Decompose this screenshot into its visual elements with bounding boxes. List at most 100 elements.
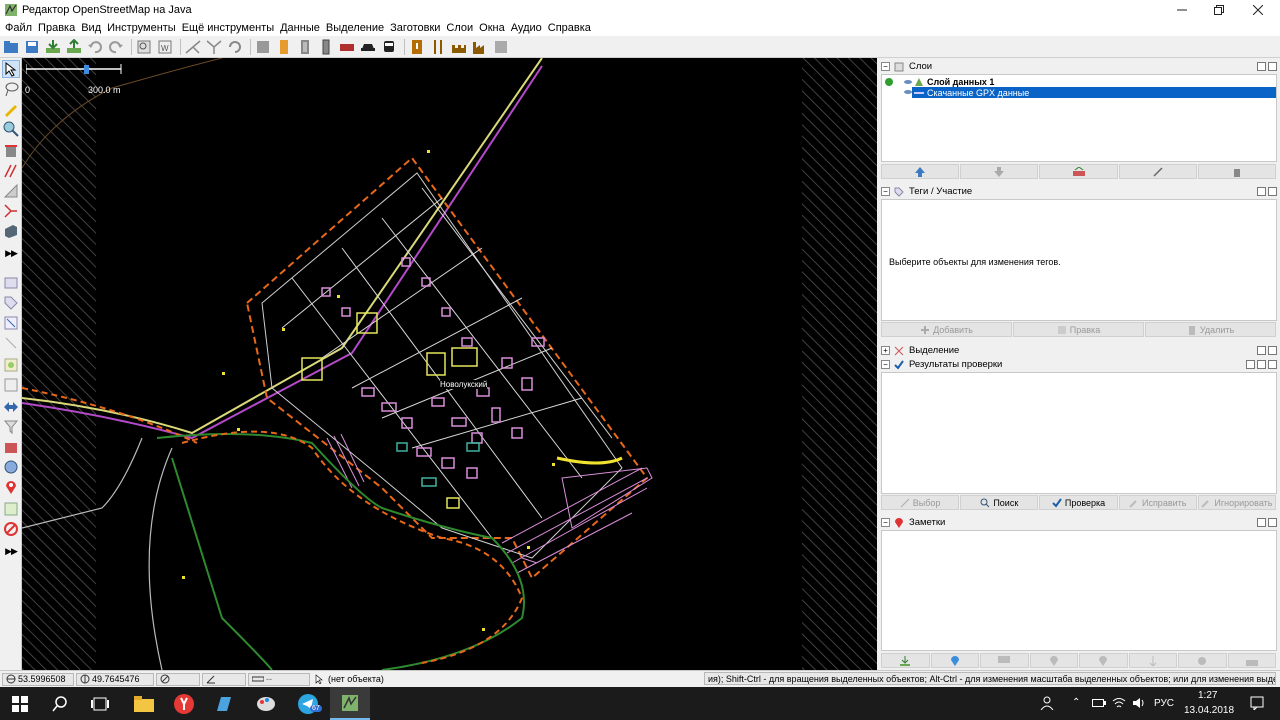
panel-detach-button[interactable] xyxy=(1257,360,1266,369)
forest-boundary[interactable] xyxy=(156,433,525,670)
preset-warning-button[interactable] xyxy=(408,38,426,56)
maximize-button[interactable] xyxy=(1201,0,1237,20)
download-notes-button[interactable] xyxy=(881,653,930,668)
add-tag-button[interactable]: Добавить xyxy=(881,322,1012,337)
toggle-filter-button[interactable] xyxy=(2,418,20,436)
menu-data[interactable]: Данные xyxy=(277,22,323,34)
lasso-mode-button[interactable] xyxy=(2,80,20,98)
telegram-button[interactable]: 67 xyxy=(288,687,328,720)
building-mode-button[interactable] xyxy=(2,222,20,240)
extrude-mode-button[interactable] xyxy=(2,182,20,200)
panel-detach-button[interactable] xyxy=(1257,518,1266,527)
validate-button[interactable]: Проверка xyxy=(1039,495,1118,510)
more-modes-button[interactable]: ▶▶ xyxy=(2,244,20,262)
toggle-conflict-button[interactable] xyxy=(2,398,20,416)
industrial-area[interactable] xyxy=(501,467,653,574)
path-road[interactable] xyxy=(148,447,173,670)
collapse-toggle[interactable]: − xyxy=(881,360,890,369)
menu-audio[interactable]: Аудио xyxy=(508,22,545,34)
wifi-icon[interactable] xyxy=(1112,697,1126,712)
forest-edge[interactable] xyxy=(171,457,273,670)
split-way-button[interactable] xyxy=(184,38,202,56)
preset-castle-button[interactable] xyxy=(450,38,468,56)
zoom-data-button[interactable]: W xyxy=(156,38,174,56)
close-note-button[interactable] xyxy=(1029,653,1078,668)
edit-tag-button[interactable]: Правка xyxy=(1013,322,1144,337)
menu-windows[interactable]: Окна xyxy=(476,22,508,34)
menu-layers[interactable]: Слои xyxy=(443,22,476,34)
toggle-notes-button[interactable] xyxy=(2,478,20,496)
menu-presets[interactable]: Заготовки xyxy=(387,22,443,34)
toggle-validator-button[interactable] xyxy=(2,520,20,538)
selection-panel-header[interactable]: + Выделение xyxy=(881,344,1277,357)
farm-area[interactable] xyxy=(326,433,365,489)
undo-button[interactable] xyxy=(86,38,104,56)
visibility-eye-icon[interactable] xyxy=(904,88,912,96)
collapse-toggle[interactable]: − xyxy=(881,62,890,71)
preset-restaurant-button[interactable] xyxy=(429,38,447,56)
preset-barrier-button[interactable] xyxy=(317,38,335,56)
notes-panel-header[interactable]: − Заметки xyxy=(881,516,1277,529)
open-file-button[interactable] xyxy=(2,38,20,56)
layer-row-data[interactable]: Слой данных 1 xyxy=(882,76,1276,87)
tags-panel-header[interactable]: − Теги / Участие xyxy=(881,185,1277,198)
merge-layer-button[interactable] xyxy=(1039,164,1118,179)
move-layer-up-button[interactable] xyxy=(881,164,960,179)
map-canvas[interactable] xyxy=(22,58,877,670)
new-note-button[interactable] xyxy=(930,653,979,668)
menu-more-tools[interactable]: Ещё инструменты xyxy=(179,22,277,34)
toggle-selection-button[interactable] xyxy=(2,334,20,352)
layers-panel-header[interactable]: − Слои xyxy=(881,60,1277,73)
layer-row-gpx[interactable]: Скачанные GPX данные xyxy=(912,87,1276,98)
preset-car-button[interactable] xyxy=(359,38,377,56)
tray-expand-chevron-icon[interactable]: ⌃ xyxy=(1072,697,1080,708)
toggle-mapstyle-button[interactable] xyxy=(2,458,20,476)
green-buildings[interactable] xyxy=(396,442,480,487)
collapse-toggle[interactable]: − xyxy=(881,518,890,527)
preset-more-button[interactable] xyxy=(492,38,510,56)
panel-detach-button[interactable] xyxy=(1257,62,1266,71)
action-center-button[interactable] xyxy=(1250,696,1264,713)
delete-mode-button[interactable] xyxy=(2,142,20,160)
industrial-road[interactable] xyxy=(556,456,623,465)
update-data-button[interactable] xyxy=(226,38,244,56)
yandex-browser-button[interactable] xyxy=(164,687,204,720)
panel-close-button[interactable] xyxy=(1268,62,1277,71)
menu-file[interactable]: Файл xyxy=(2,22,35,34)
app-button-2[interactable] xyxy=(204,687,244,720)
comment-note-button[interactable] xyxy=(980,653,1029,668)
more-panels-button[interactable]: ▶▶ xyxy=(2,542,20,560)
delete-tag-button[interactable]: Удалить xyxy=(1145,322,1276,337)
toggle-tags-button[interactable] xyxy=(2,294,20,312)
fix-button[interactable]: Исправить xyxy=(1118,495,1197,510)
expand-toggle[interactable]: + xyxy=(881,346,890,355)
select-issue-button[interactable]: Выбор xyxy=(881,495,960,510)
task-view-button[interactable] xyxy=(80,687,120,720)
preset-entrance-button[interactable] xyxy=(275,38,293,56)
note-status-button[interactable] xyxy=(1178,653,1227,668)
panel-detach-button[interactable] xyxy=(1257,346,1266,355)
download-button[interactable] xyxy=(44,38,62,56)
panel-close-button[interactable] xyxy=(1268,187,1277,196)
menu-help[interactable]: Справка xyxy=(545,22,594,34)
preset-building-button[interactable] xyxy=(254,38,272,56)
reopen-note-button[interactable] xyxy=(1079,653,1128,668)
parallel-mode-button[interactable] xyxy=(2,162,20,180)
visibility-eye-icon[interactable] xyxy=(904,78,912,86)
note-upload-button[interactable] xyxy=(1227,653,1276,668)
clock-time[interactable]: 1:27 xyxy=(1198,690,1217,701)
input-language[interactable]: РУС xyxy=(1154,698,1174,709)
menu-edit[interactable]: Правка xyxy=(35,22,78,34)
panel-close-button[interactable] xyxy=(1268,360,1277,369)
zoom-mode-button[interactable] xyxy=(2,120,20,138)
panel-settings-button[interactable] xyxy=(1246,360,1255,369)
preferences-button[interactable] xyxy=(135,38,153,56)
close-button[interactable] xyxy=(1240,0,1276,20)
lookup-button[interactable]: Поиск xyxy=(960,495,1039,510)
move-layer-down-button[interactable] xyxy=(960,164,1039,179)
map-view[interactable]: 0 300.0 m Новолукский xyxy=(22,58,877,670)
preset-bus-button[interactable] xyxy=(380,38,398,56)
landuse-residential[interactable] xyxy=(261,172,623,559)
validation-panel-header[interactable]: − Результаты проверки xyxy=(881,358,1277,371)
collapse-toggle[interactable]: − xyxy=(881,187,890,196)
